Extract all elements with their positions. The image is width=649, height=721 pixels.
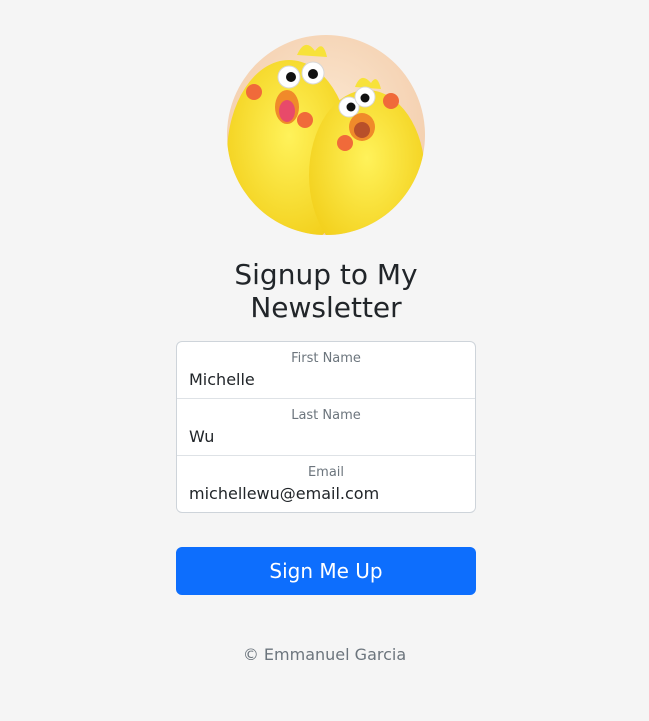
last-name-field[interactable]: Last Name Wu: [177, 399, 475, 456]
last-name-input[interactable]: Wu: [189, 427, 214, 447]
sign-me-up-button[interactable]: Sign Me Up: [176, 547, 476, 595]
last-name-label: Last Name: [291, 408, 361, 423]
avatar: [227, 35, 425, 235]
first-name-field[interactable]: First Name Michelle: [177, 342, 475, 399]
first-name-input[interactable]: Michelle: [189, 370, 255, 390]
signup-page: Signup to My Newsletter First Name Miche…: [0, 0, 649, 721]
chicks-avatar-image: [227, 35, 425, 235]
email-input[interactable]: michellewu@email.com: [189, 484, 379, 504]
first-name-label: First Name: [291, 351, 361, 366]
signup-form: First Name Michelle Last Name Wu Email m…: [176, 341, 476, 513]
email-label: Email: [307, 465, 345, 480]
page-title: Signup to My Newsletter: [234, 258, 418, 324]
email-field[interactable]: Email michellewu@email.com: [177, 456, 475, 512]
footer-copyright: © Emmanuel Garcia: [242, 645, 407, 664]
